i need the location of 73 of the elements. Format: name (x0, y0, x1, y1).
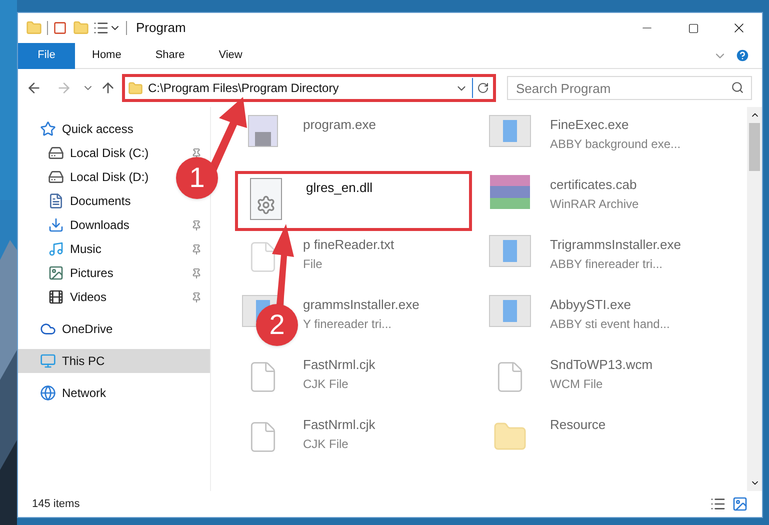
folder-icon (128, 80, 143, 96)
application-icon (489, 295, 531, 327)
music-icon (48, 241, 64, 257)
search-icon[interactable] (731, 81, 744, 94)
customize-icon[interactable] (93, 20, 109, 36)
download-icon (48, 217, 64, 233)
nav-item[interactable]: Network (40, 381, 106, 405)
file-type: WCM File (550, 376, 604, 392)
file-name: certificates.cab (550, 176, 638, 194)
large-icons-view-icon[interactable] (732, 496, 748, 512)
file-name: grammsInstaller.exe (303, 296, 420, 314)
nav-item[interactable]: Quick access (40, 117, 134, 141)
drive-icon (48, 169, 64, 185)
pin-icon[interactable] (191, 148, 202, 158)
nav-item[interactable]: Videos (48, 285, 106, 309)
file-type: WinRAR Archive (550, 196, 639, 212)
file-name: SndToWP13.wcm (550, 356, 653, 374)
file-type: CJK File (303, 376, 350, 392)
ribbon-tab[interactable]: Home (75, 42, 138, 68)
nav-item[interactable]: Pictures (48, 261, 114, 285)
nav-item[interactable]: Documents (48, 189, 131, 213)
archive-icon (490, 175, 530, 209)
scroll-thumb[interactable] (749, 123, 760, 171)
scrollbar[interactable] (747, 107, 762, 491)
file-type: ABBY background exe... (550, 136, 681, 152)
up-icon[interactable] (100, 80, 116, 96)
file-name: program.exe (303, 116, 376, 134)
file-type: Y finereader tri... (303, 316, 392, 332)
pin-icon[interactable] (191, 292, 202, 302)
file-type: File (303, 256, 324, 272)
pin-icon[interactable] (191, 268, 202, 278)
file-item[interactable]: glres_en.dll (235, 171, 472, 231)
file-name: p fineReader.txt (303, 236, 394, 254)
file-type: ABBY sti event hand... (550, 316, 670, 332)
nav-item[interactable]: OneDrive (40, 317, 113, 341)
search-field[interactable]: Search Program (507, 76, 752, 100)
file-name: FineExec.exe (550, 116, 630, 134)
application-icon (489, 115, 531, 147)
pin-icon[interactable] (191, 220, 202, 230)
help-icon[interactable] (735, 48, 750, 63)
file-name: TrigrammsInstaller.exe (550, 236, 681, 254)
back-icon[interactable] (26, 80, 42, 96)
pin-icon[interactable] (191, 244, 202, 254)
nav-item[interactable]: Music (48, 237, 102, 261)
network-icon (40, 385, 56, 401)
item-count: 145 items (32, 496, 80, 512)
file-name: AbbyySTI.exe (550, 296, 632, 314)
video-icon (48, 289, 64, 305)
address-field[interactable]: C:\Program Files\Program Directory (122, 74, 496, 102)
nav-item[interactable]: Downloads (48, 213, 130, 237)
file-name: FastNrml.cjk (303, 416, 376, 434)
details-view-icon[interactable] (710, 496, 726, 512)
ribbon-tab[interactable]: View (202, 42, 260, 68)
file-type: CJK File (303, 436, 350, 452)
file-name: glres_en.dll (306, 179, 372, 197)
dll-file-icon (250, 178, 282, 220)
application-icon (489, 235, 531, 267)
refresh-icon[interactable] (477, 82, 489, 94)
maximize-icon[interactable] (688, 22, 698, 34)
pc-icon (40, 353, 56, 369)
document-icon (48, 193, 64, 209)
file-name: FastNrml.cjk (303, 356, 376, 374)
cloud-icon (40, 321, 56, 337)
nav-item[interactable]: Local Disk (D:) (48, 165, 149, 189)
nav-item[interactable]: Local Disk (C:) (48, 141, 149, 165)
ribbon-tab[interactable]: File (18, 42, 75, 68)
window-title: Program (136, 19, 186, 38)
drive-icon (48, 145, 64, 161)
picture-icon (48, 265, 64, 281)
file-type: ABBY finereader tri... (550, 256, 664, 272)
star-icon (40, 121, 56, 137)
ribbon-tab[interactable]: Share (138, 42, 202, 68)
file-name: Resource (550, 416, 606, 434)
